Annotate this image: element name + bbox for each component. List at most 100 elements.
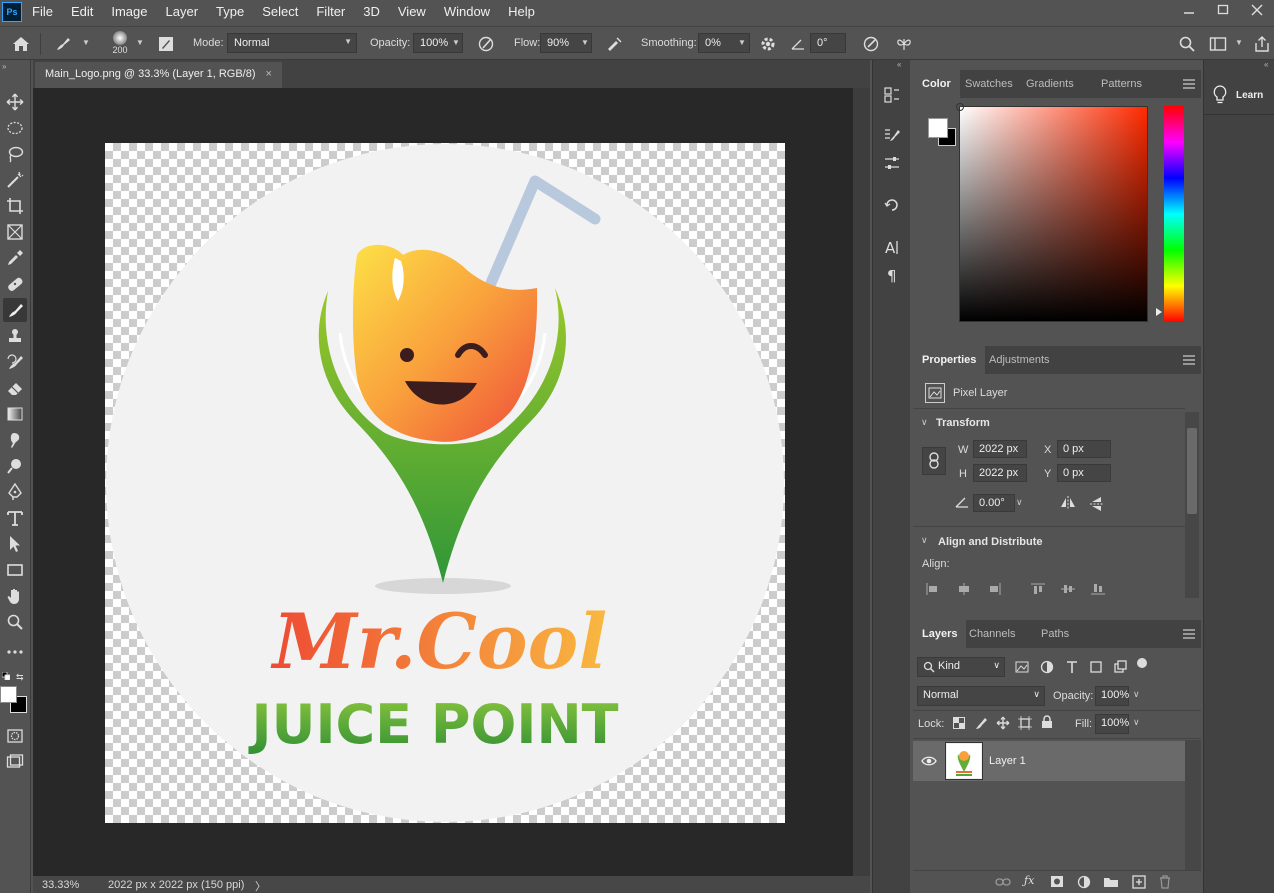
properties-scrollbar[interactable] (1185, 412, 1199, 598)
add-mask-icon[interactable] (1050, 875, 1064, 888)
foreground-color-swatch[interactable] (928, 118, 948, 138)
align-left-icon[interactable] (926, 583, 940, 595)
hue-slider-handle[interactable] (1156, 308, 1162, 316)
menu-image[interactable]: Image (102, 0, 156, 24)
tab-layers[interactable]: Layers (913, 620, 967, 648)
tab-properties[interactable]: Properties (913, 346, 986, 374)
default-colors-icon[interactable] (2, 672, 10, 680)
marquee-tool[interactable] (3, 116, 27, 140)
type-tool[interactable] (3, 506, 27, 530)
tab-channels[interactable]: Channels (960, 620, 1024, 648)
symmetry-button[interactable] (893, 33, 915, 55)
blur-tool[interactable] (3, 428, 27, 452)
filter-smart-object-icon[interactable] (1113, 660, 1127, 674)
transform-section-title[interactable]: Transform (936, 417, 990, 429)
menu-edit[interactable]: Edit (62, 0, 102, 24)
new-adjustment-layer-icon[interactable] (1077, 875, 1091, 889)
rectangle-tool[interactable] (3, 558, 27, 582)
mode-select[interactable]: Normal ▼ (227, 33, 357, 53)
close-tab-icon[interactable]: × (266, 68, 272, 82)
pressure-size-button[interactable] (860, 33, 882, 55)
brush-tool[interactable] (3, 298, 27, 322)
height-input[interactable]: 2022 px (973, 464, 1027, 482)
brush-angle-input[interactable]: 0° (810, 33, 846, 53)
flip-horizontal-icon[interactable] (1059, 495, 1077, 511)
learn-button[interactable]: Learn (1212, 82, 1272, 108)
hand-tool[interactable] (3, 584, 27, 608)
chevron-down-icon[interactable]: ∨ (921, 417, 928, 428)
tab-patterns[interactable]: Patterns (1092, 70, 1151, 98)
search-button[interactable] (1176, 33, 1198, 55)
align-bottom-icon[interactable] (1091, 583, 1105, 595)
width-input[interactable]: 2022 px (973, 440, 1027, 458)
chevron-down-icon[interactable]: ▼ (136, 38, 144, 47)
collapse-dock-icon[interactable]: « (897, 60, 901, 69)
maximize-button[interactable] (1206, 0, 1240, 20)
clone-stamp-tool[interactable] (3, 324, 27, 348)
paragraph-panel-button[interactable]: ¶ (881, 264, 903, 286)
share-button[interactable] (1251, 33, 1273, 55)
color-themes-button[interactable] (881, 194, 903, 216)
x-input[interactable]: 0 px (1057, 440, 1111, 458)
menu-file[interactable]: File (22, 0, 62, 24)
move-tool[interactable] (3, 90, 27, 114)
zoom-tool[interactable] (3, 610, 27, 634)
tab-paths[interactable]: Paths (1032, 620, 1078, 648)
adjustments-panel-button[interactable] (881, 152, 903, 174)
align-vertical-center-icon[interactable] (1061, 583, 1075, 595)
chevron-down-icon[interactable]: ∨ (1133, 717, 1140, 728)
filter-toggle-icon[interactable] (1137, 658, 1147, 668)
saturation-brightness-field[interactable] (956, 103, 1148, 322)
layer-row[interactable]: Layer 1 (913, 741, 1185, 781)
menu-select[interactable]: Select (253, 0, 307, 24)
foreground-color-swatch[interactable] (0, 686, 17, 703)
chevron-down-icon[interactable]: ▼ (1235, 38, 1243, 47)
layer-name[interactable]: Layer 1 (989, 755, 1026, 767)
collapse-learn-icon[interactable]: « (1264, 60, 1268, 69)
photoshop-logo[interactable]: Ps (2, 2, 22, 22)
menu-type[interactable]: Type (207, 0, 253, 24)
color-picker-handle[interactable] (956, 103, 964, 111)
brush-preset-button[interactable] (52, 33, 74, 55)
filter-type-icon[interactable] (1065, 660, 1079, 674)
lock-all-icon[interactable] (1041, 715, 1053, 729)
menu-window[interactable]: Window (435, 0, 499, 24)
eyedropper-tool[interactable] (3, 246, 27, 270)
brush-settings-button[interactable] (155, 33, 177, 55)
fx-icon[interactable]: ƒx (1024, 874, 1034, 887)
brush-size-picker[interactable]: 200 (110, 31, 130, 57)
align-top-icon[interactable] (1031, 583, 1045, 595)
menu-filter[interactable]: Filter (307, 0, 354, 24)
home-button[interactable] (10, 33, 32, 55)
flip-vertical-icon[interactable] (1089, 495, 1105, 513)
filter-adjustment-icon[interactable] (1040, 660, 1054, 674)
chevron-down-icon[interactable]: ▼ (82, 38, 90, 47)
y-input[interactable]: 0 px (1057, 464, 1111, 482)
lock-artboard-icon[interactable] (1018, 716, 1032, 730)
character-panel-button[interactable]: A (881, 236, 903, 258)
align-section-title[interactable]: Align and Distribute (938, 536, 1043, 548)
healing-brush-tool[interactable] (3, 272, 27, 296)
new-group-icon[interactable] (1103, 875, 1119, 888)
layer-thumbnail[interactable] (946, 743, 982, 779)
link-layers-icon[interactable] (995, 876, 1011, 888)
pen-tool[interactable] (3, 480, 27, 504)
magic-wand-tool[interactable] (3, 168, 27, 192)
quick-mask-button[interactable] (3, 724, 27, 748)
collapse-toolbar-icon[interactable]: » (2, 62, 6, 71)
blend-mode-select[interactable]: Normal ∨ (917, 686, 1045, 706)
tab-gradients[interactable]: Gradients (1017, 70, 1083, 98)
chevron-down-icon[interactable]: ▼ (452, 38, 460, 47)
edit-toolbar-button[interactable] (3, 640, 27, 664)
layers-scrollbar[interactable] (1185, 740, 1201, 870)
filter-pixel-icon[interactable] (1015, 661, 1029, 673)
layer-opacity-input[interactable]: 100% (1095, 686, 1129, 706)
eraser-tool[interactable] (3, 376, 27, 400)
workspace-button[interactable] (1207, 33, 1229, 55)
filter-shape-icon[interactable] (1089, 660, 1103, 674)
chevron-down-icon[interactable]: ∨ (1016, 497, 1023, 508)
link-dimensions-button[interactable] (922, 447, 946, 475)
new-layer-icon[interactable] (1132, 875, 1146, 889)
delete-layer-icon[interactable] (1159, 875, 1171, 889)
lock-transparency-icon[interactable] (953, 717, 965, 729)
